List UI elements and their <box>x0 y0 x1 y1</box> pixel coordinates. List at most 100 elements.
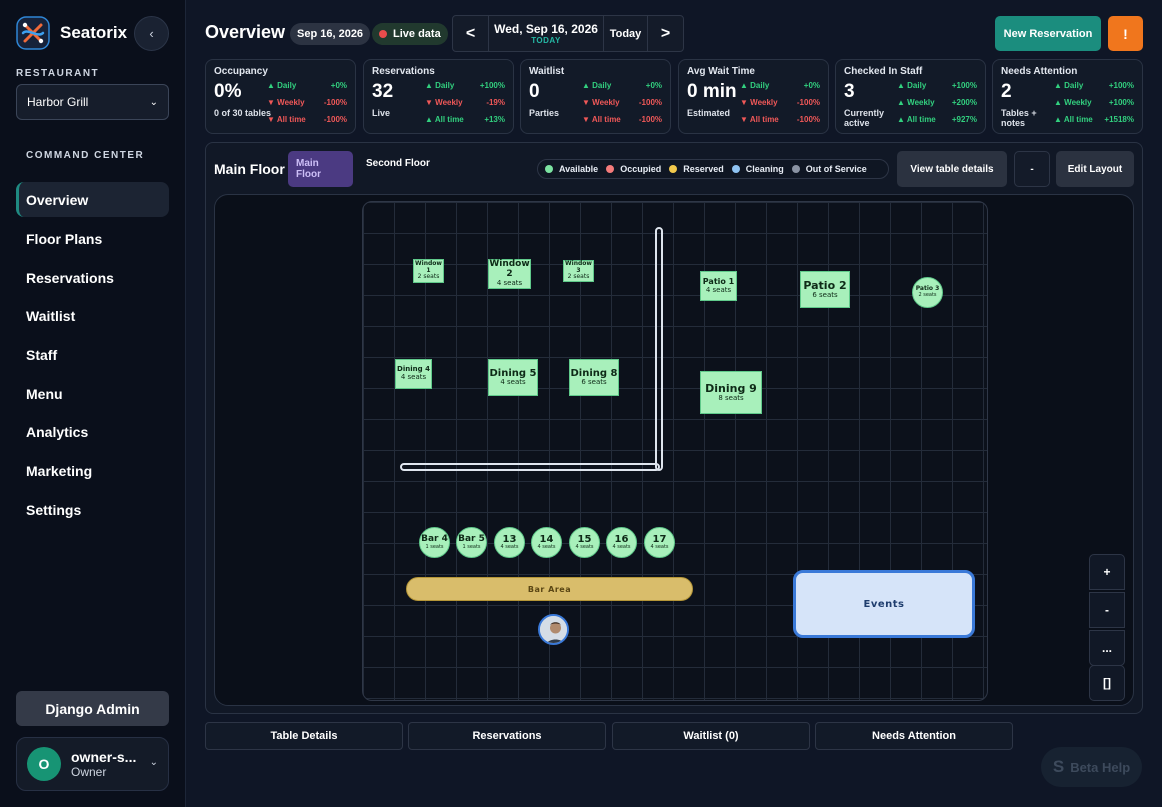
table-dining-4[interactable]: Dining 44 seats <box>395 359 432 389</box>
table-dining-5[interactable]: Dining 54 seats <box>488 359 538 396</box>
stat-period: All time <box>434 115 464 124</box>
sidebar-item-analytics[interactable]: Analytics <box>16 414 169 449</box>
sidebar-item-staff[interactable]: Staff <box>16 337 169 372</box>
legend-item: Occupied <box>606 164 661 174</box>
sidebar-item-label: Settings <box>26 501 82 518</box>
sidebar-item-overview[interactable]: Overview <box>16 182 169 217</box>
table-window-2[interactable]: Window 24 seats <box>488 259 531 289</box>
collapse-sidebar-button[interactable]: ‹ <box>134 16 169 51</box>
stat-delta-value: +0% <box>645 81 662 90</box>
table-dining-9[interactable]: Dining 98 seats <box>700 371 762 414</box>
stat-card-title: Occupancy <box>214 66 268 77</box>
django-admin-button[interactable]: Django Admin <box>16 691 169 726</box>
sidebar-item-marketing[interactable]: Marketing <box>16 453 169 488</box>
stat-delta-value: +200% <box>951 98 977 107</box>
stat-card-value: 2 <box>1001 81 1012 102</box>
command-center-label: COMMAND CENTER <box>26 150 145 161</box>
stat-card: Needs Attention 2 Tables + notes ▲ Daily… <box>992 59 1143 134</box>
table-15[interactable]: 15 4 seats <box>569 527 600 558</box>
arrow-up-icon: ▲ <box>740 81 748 90</box>
table-14[interactable]: 14 4 seats <box>531 527 562 558</box>
stat-card-sub: Parties <box>529 108 560 118</box>
stat-deltas: ▲ Daily +100% ▲ Weekly +200% ▲ All time … <box>897 81 977 132</box>
stat-delta-label: ▼ All time <box>582 115 621 132</box>
next-day-button[interactable]: > <box>648 16 683 51</box>
fit-view-button[interactable]: [] <box>1089 665 1125 701</box>
stat-period: All time <box>1063 115 1093 124</box>
bar-area[interactable]: Bar Area <box>406 577 693 601</box>
tab-reservations[interactable]: Reservations <box>408 722 606 750</box>
stat-delta-label: ▼ Weekly <box>582 98 620 115</box>
floor-canvas[interactable]: Window 12 seats Window 24 seats Window 3… <box>214 194 1134 706</box>
stat-delta-value: +100% <box>1108 81 1134 90</box>
edit-layout-button[interactable]: Edit Layout <box>1056 151 1134 187</box>
prev-day-button[interactable]: < <box>453 16 489 51</box>
today-button[interactable]: Today <box>604 16 648 51</box>
table-patio-3[interactable]: Patio 32 seats <box>912 277 943 308</box>
stat-delta-row: ▼ Weekly -100% <box>582 98 662 115</box>
tab-main-floor[interactable]: Main Floor <box>288 151 353 187</box>
table-name: Dining 9 <box>705 381 757 395</box>
legend-item: Cleaning <box>731 164 784 174</box>
arrow-down-icon: ▼ <box>582 115 590 124</box>
legend-dot-icon <box>791 165 800 173</box>
stat-delta-row: ▲ All time +13% <box>425 115 505 132</box>
stat-period: Weekly <box>277 98 305 107</box>
stat-card-sub: Live <box>372 108 391 118</box>
table-patio-1[interactable]: Patio 14 seats <box>700 271 737 301</box>
tab-second-floor[interactable]: Second Floor <box>358 151 438 187</box>
table-seats: 4 seats <box>500 544 519 551</box>
stat-delta-value: +100% <box>479 81 505 90</box>
stat-delta-label: ▲ Daily <box>1054 81 1083 98</box>
tab-waitlist[interactable]: Waitlist (0) <box>612 722 810 750</box>
user-role: Owner <box>71 765 107 779</box>
table-seats: 4 seats <box>705 285 732 294</box>
zoom-in-button[interactable]: + <box>1089 554 1125 590</box>
staff-avatar[interactable] <box>538 614 569 645</box>
table-17[interactable]: 17 4 seats <box>644 527 675 558</box>
stat-deltas: ▲ Daily +0% ▼ Weekly -100% ▼ All time -1… <box>267 81 347 132</box>
table-13[interactable]: 13 4 seats <box>494 527 525 558</box>
legend-label: Occupied <box>620 164 662 174</box>
dash-button[interactable]: - <box>1014 151 1050 187</box>
table-16[interactable]: 16 4 seats <box>606 527 637 558</box>
alert-button[interactable]: ! <box>1108 16 1143 51</box>
stat-delta-label: ▲ Daily <box>267 81 296 98</box>
table-dining-8[interactable]: Dining 86 seats <box>569 359 619 396</box>
avatar: O <box>27 747 61 781</box>
user-menu[interactable]: O owner-s... Owner ⌄ <box>16 737 169 791</box>
sidebar-item-waitlist[interactable]: Waitlist <box>16 298 169 333</box>
more-options-button[interactable]: ... <box>1089 630 1125 666</box>
view-table-details-button[interactable]: View table details <box>897 151 1007 187</box>
table-patio-2[interactable]: Patio 26 seats <box>800 271 850 308</box>
stat-card-value: 0 <box>529 81 540 102</box>
events-zone[interactable]: Events <box>793 570 975 638</box>
beta-help-button[interactable]: S Beta Help <box>1041 747 1142 787</box>
current-date-display[interactable]: Wed, Sep 16, 2026 TODAY <box>489 16 604 51</box>
sidebar-item-menu[interactable]: Menu <box>16 376 169 411</box>
zoom-out-button[interactable]: - <box>1089 592 1125 628</box>
table-bar-4[interactable]: Bar 41 seats <box>419 527 450 558</box>
tab-needs-attention[interactable]: Needs Attention <box>815 722 1013 750</box>
stat-delta-label: ▲ All time <box>897 115 936 132</box>
current-date-sub: TODAY <box>531 36 561 45</box>
table-window-3[interactable]: Window 32 seats <box>563 260 594 282</box>
sidebar-item-label: Waitlist <box>26 307 76 324</box>
legend-dot-icon <box>606 165 615 173</box>
stat-deltas: ▲ Daily +0% ▼ Weekly -100% ▼ All time -1… <box>740 81 820 132</box>
floor-panel: Main Floor Main Floor Second Floor Avail… <box>205 142 1143 714</box>
table-bar-5[interactable]: Bar 51 seats <box>456 527 487 558</box>
sidebar-item-floor-plans[interactable]: Floor Plans <box>16 221 169 256</box>
arrow-up-icon: ▲ <box>425 81 433 90</box>
new-reservation-button[interactable]: New Reservation <box>995 16 1101 51</box>
stat-deltas: ▲ Daily +100% ▲ Weekly +100% ▲ All time … <box>1054 81 1134 132</box>
table-window-1[interactable]: Window 12 seats <box>413 259 444 283</box>
stat-card-value: 0 min <box>687 81 737 102</box>
sidebar-item-reservations[interactable]: Reservations <box>16 260 169 295</box>
stat-delta-label: ▼ All time <box>267 115 306 132</box>
tab-table-details[interactable]: Table Details <box>205 722 403 750</box>
sidebar-item-settings[interactable]: Settings <box>16 492 169 527</box>
restaurant-select[interactable]: Harbor Grill ⌄ <box>16 84 169 120</box>
stat-delta-row: ▲ All time +927% <box>897 115 977 132</box>
stat-period: Daily <box>592 81 612 90</box>
